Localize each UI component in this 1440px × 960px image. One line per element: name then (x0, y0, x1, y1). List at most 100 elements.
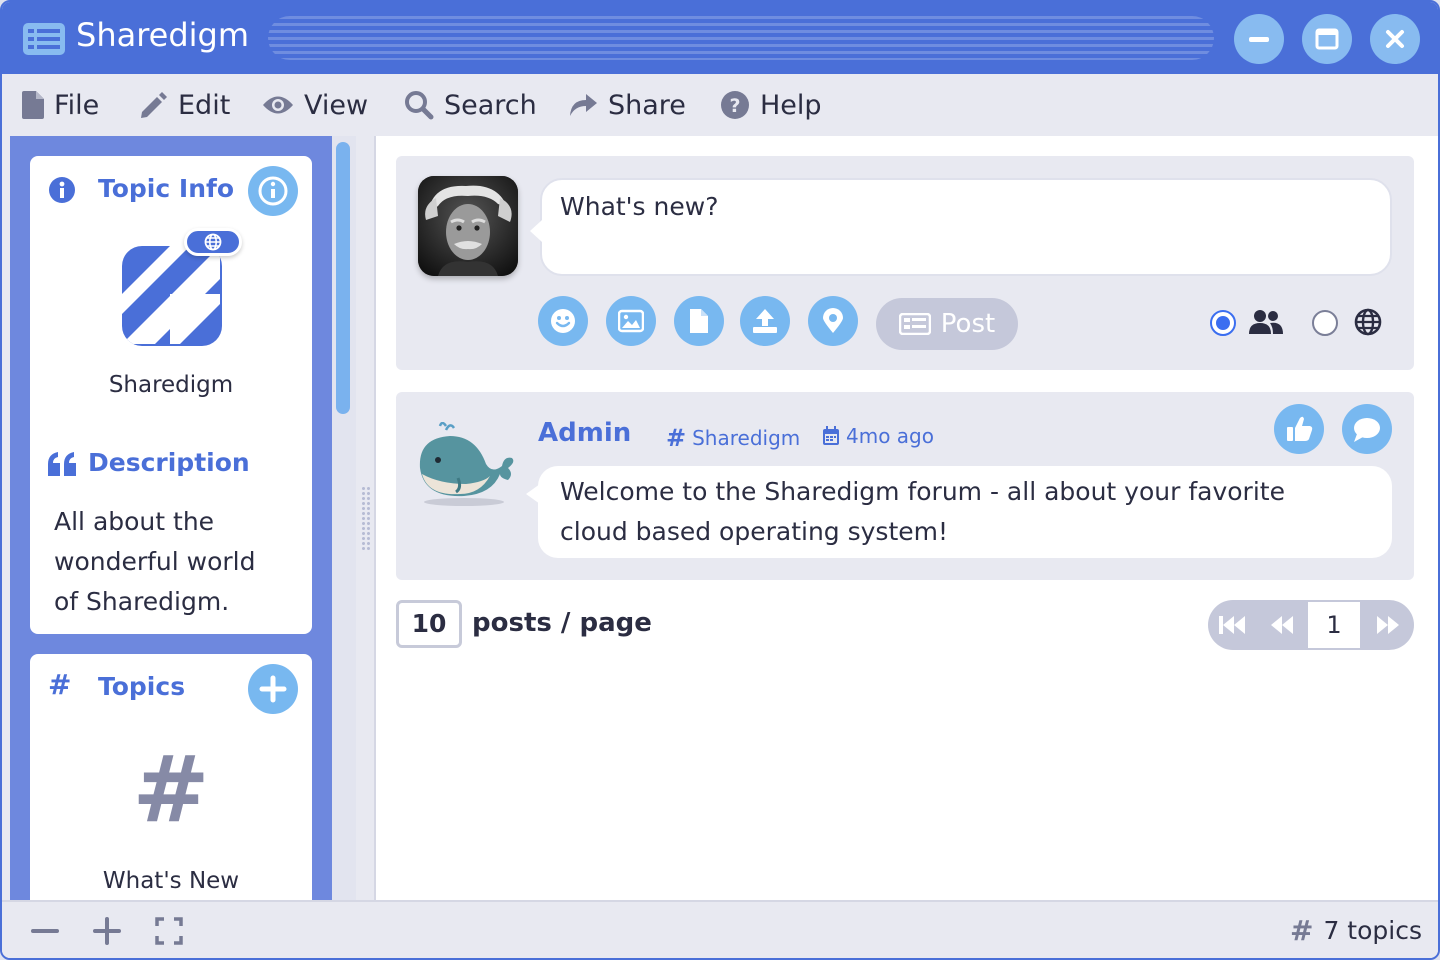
first-page-button[interactable] (1208, 600, 1256, 650)
description-line: All about the (54, 507, 215, 536)
composer-pointer (530, 220, 542, 242)
menu-help[interactable]: ? Help (720, 88, 822, 122)
title-bar[interactable]: Sharedigm (2, 2, 1438, 74)
description-title: Description (88, 448, 250, 477)
next-page-button[interactable] (1362, 600, 1414, 650)
audience-connections-radio[interactable] (1210, 310, 1236, 336)
zoom-out-button[interactable] (30, 916, 60, 946)
post-icon (898, 313, 931, 335)
zoom-in-button[interactable] (92, 916, 122, 946)
menu-search[interactable]: Search (404, 88, 537, 122)
hashtag-icon: # (1289, 914, 1314, 947)
menu-file-label: File (54, 89, 100, 121)
fullscreen-button[interactable] (154, 916, 184, 946)
upload-button[interactable] (740, 296, 790, 346)
description-line: wonderful world (54, 547, 256, 576)
file-icon (22, 91, 44, 119)
add-topic-button[interactable] (248, 664, 298, 714)
users-icon (1249, 310, 1283, 334)
close-button[interactable] (1370, 14, 1420, 64)
help-icon: ? (721, 91, 749, 119)
like-button[interactable] (1274, 404, 1324, 454)
user-avatar (418, 176, 518, 276)
image-button[interactable] (606, 296, 656, 346)
portrait-image (418, 176, 518, 276)
sidebar-scrollbar[interactable] (332, 136, 356, 900)
plus-icon (259, 675, 287, 703)
menu-share[interactable]: Share (568, 88, 686, 122)
scrollbar-thumb[interactable] (336, 142, 350, 414)
previous-page-button[interactable] (1258, 600, 1306, 650)
topic-info-card: Topic Info Sharedigm Description All abo… (30, 156, 312, 634)
post-topic[interactable]: # Sharedigm (666, 424, 800, 452)
topic-info-button[interactable] (248, 166, 298, 216)
description-text: All about the wonderful world of Sharedi… (54, 502, 256, 622)
post-date: 4mo ago (822, 424, 934, 448)
post-message-line: cloud based operating system! (560, 517, 949, 546)
hashtag-icon: # (666, 424, 687, 452)
attach-file-button[interactable] (674, 296, 724, 346)
title-drag-handle[interactable] (268, 16, 1214, 60)
share-icon (570, 94, 597, 116)
hashtag-icon: # (48, 668, 72, 701)
pagination-control: 1 (1208, 600, 1414, 650)
audience-public-radio[interactable] (1312, 310, 1338, 336)
current-page-input[interactable]: 1 (1306, 600, 1362, 650)
post-button[interactable]: Post (876, 298, 1018, 350)
menu-search-label: Search (444, 89, 537, 121)
post-time: 4mo ago (846, 424, 934, 448)
splitter-grip[interactable] (361, 486, 371, 550)
topic-count-label: 7 topics (1323, 916, 1422, 945)
topic-count: # 7 topics (1290, 914, 1422, 947)
image-icon (618, 309, 644, 333)
menu-view-label: View (304, 89, 369, 121)
info-circle-icon (258, 176, 288, 206)
menu-edit-label: Edit (178, 89, 231, 121)
file-icon (690, 309, 708, 333)
topics-title: Topics (98, 672, 186, 701)
post-message: Welcome to the Sharedigm forum - all abo… (526, 466, 1392, 558)
maximize-icon (1315, 28, 1339, 50)
posts-per-page-label: posts / page (472, 608, 652, 638)
topic-name: Sharedigm (108, 372, 234, 398)
menu-edit[interactable]: Edit (138, 88, 230, 122)
whale-avatar (419, 422, 514, 506)
menu-file[interactable]: File (22, 88, 99, 122)
posts-per-page-input[interactable]: 10 (396, 600, 462, 648)
thumbs-up-icon (1287, 416, 1313, 441)
globe-icon (1354, 308, 1382, 336)
globe-icon (204, 233, 222, 251)
topic-item-label[interactable]: What's New (30, 868, 312, 894)
comment-button[interactable] (1342, 404, 1392, 454)
svg-text:?: ? (729, 95, 740, 117)
location-icon (823, 308, 843, 333)
rewind-icon (1271, 616, 1293, 634)
description-line: of Sharedigm. (54, 587, 230, 616)
search-icon (405, 91, 434, 120)
location-button[interactable] (808, 296, 858, 346)
info-icon (49, 177, 75, 203)
emoji-icon (551, 309, 575, 333)
app-list-icon (23, 23, 65, 55)
post-author[interactable]: Admin (538, 418, 631, 448)
app-window: Sharedigm File Edit View Search Share ? … (0, 0, 1440, 960)
maximize-button[interactable] (1302, 14, 1352, 64)
menu-view[interactable]: View (262, 88, 368, 122)
post-composer-input[interactable]: What's new? (540, 178, 1392, 276)
menu-help-label: Help (760, 89, 822, 121)
minimize-button[interactable] (1234, 14, 1284, 64)
first-page-icon (1219, 616, 1245, 634)
topic-hashtag-icon[interactable]: # (30, 740, 312, 840)
pencil-icon (141, 92, 167, 118)
eye-icon (263, 96, 293, 114)
window-title: Sharedigm (76, 16, 250, 54)
menu-share-label: Share (608, 89, 686, 121)
upload-icon (753, 309, 777, 333)
sidebar: Topic Info Sharedigm Description All abo… (10, 136, 332, 900)
emoji-button[interactable] (538, 296, 588, 346)
new-post-panel: What's new? Post (396, 156, 1414, 370)
comment-icon (1354, 418, 1380, 442)
minimize-icon (1249, 37, 1269, 42)
pane-splitter[interactable] (356, 136, 376, 900)
status-bar: # 7 topics (2, 900, 1438, 958)
